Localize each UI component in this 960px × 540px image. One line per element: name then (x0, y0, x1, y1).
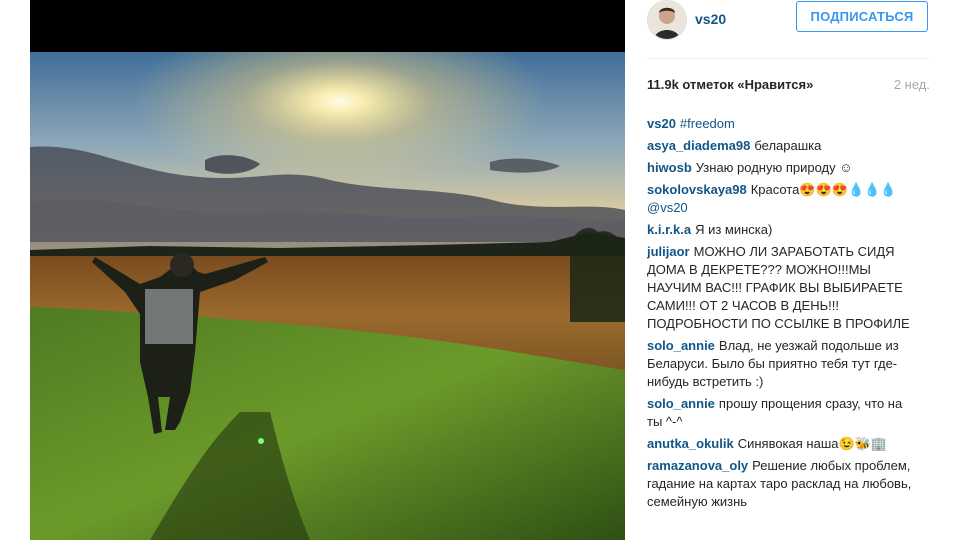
comment-author[interactable]: solo_annie (647, 338, 715, 353)
hashtag-link[interactable]: #freedom (680, 116, 735, 131)
comment-author[interactable]: asya_diadema98 (647, 138, 750, 153)
comment-author[interactable]: ramazanova_oly (647, 458, 748, 473)
comment-author[interactable]: k.i.r.k.a (647, 222, 691, 237)
comment-item: anutka_okulik Синявокая наша😉🐝🏢 (647, 435, 917, 453)
post-time[interactable]: 2 нед. (894, 77, 930, 92)
comment-item: julijaor МОЖНО ЛИ ЗАРАБОТАТЬ СИДЯ ДОМА В … (647, 243, 917, 333)
avatar[interactable] (647, 0, 687, 40)
post-sidebar: vs20 ПОДПИСАТЬСЯ 11.9k отметок «Нравится… (647, 0, 937, 540)
comment-item: hiwosb Узнаю родную природу ☺ (647, 159, 917, 177)
comment-item: solo_annie прошу прощения сразу, что на т… (647, 395, 917, 431)
caption: vs20 #freedom (647, 115, 917, 133)
comment-text: Я из минска) (695, 222, 773, 237)
comment-author[interactable]: julijaor (647, 244, 690, 259)
divider (647, 58, 930, 59)
comment-text: Узнаю родную природу ☺ (695, 160, 853, 175)
comment-item: asya_diadema98 беларашка (647, 137, 917, 155)
comment-text: Красота😍😍😍💧💧💧 (750, 182, 897, 197)
comment-author[interactable]: sokolovskaya98 (647, 182, 747, 197)
comment-author[interactable]: solo_annie (647, 396, 715, 411)
comment-item: solo_annie Влад, не уезжай подольше из Бе… (647, 337, 917, 391)
comments-list: vs20 #freedom asya_diadema98 беларашка hiw… (647, 115, 917, 515)
comment-item: sokolovskaya98 Красота😍😍😍💧💧💧 @vs20 (647, 181, 917, 217)
comment-text: Синявокая наша😉🐝🏢 (737, 436, 888, 451)
comment-item: ramazanova_oly Решение любых проблем, гад… (647, 457, 917, 511)
comment-item: k.i.r.k.a Я из минска) (647, 221, 917, 239)
post-photo[interactable] (30, 52, 625, 540)
comment-author[interactable]: hiwosb (647, 160, 692, 175)
likes-count[interactable]: 11.9k отметок «Нравится» (647, 77, 813, 92)
post-photo-area (30, 0, 625, 540)
comment-author[interactable]: vs20 (647, 116, 676, 131)
comment-author[interactable]: anutka_okulik (647, 436, 734, 451)
post-header: vs20 ПОДПИСАТЬСЯ (647, 0, 937, 40)
comment-text: беларашка (754, 138, 822, 153)
post-author-username[interactable]: vs20 (695, 11, 726, 27)
follow-button[interactable]: ПОДПИСАТЬСЯ (796, 1, 928, 32)
mention-link[interactable]: @vs20 (647, 200, 688, 215)
